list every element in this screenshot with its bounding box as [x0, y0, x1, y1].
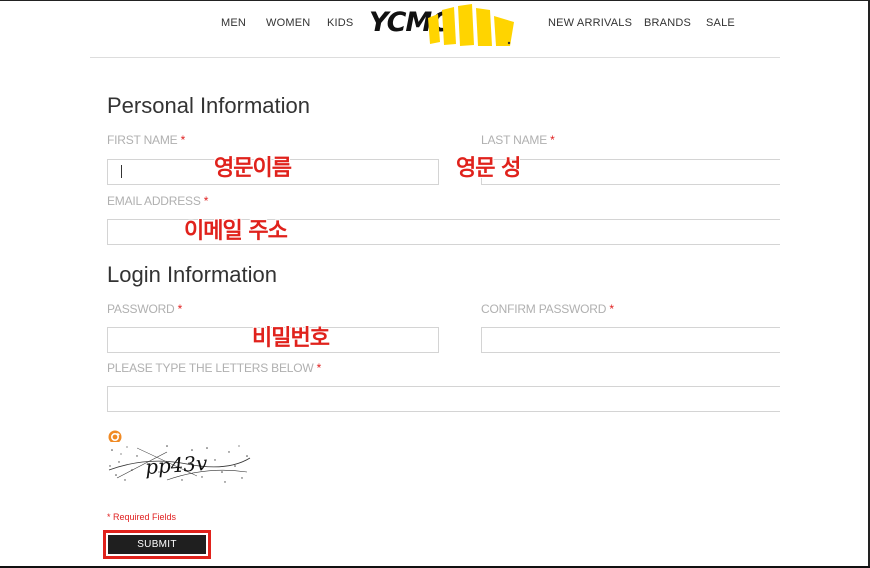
captcha-input[interactable]	[107, 386, 780, 412]
confirm-password-label: CONFIRM PASSWORD *	[481, 302, 614, 316]
nav-new-arrivals[interactable]: NEW ARRIVALS	[548, 17, 632, 29]
header-divider	[90, 57, 780, 58]
annotation-email: 이메일 주소	[184, 219, 288, 244]
annotation-password: 비밀번호	[252, 326, 330, 351]
nav-men[interactable]: MEN	[221, 17, 246, 29]
first-name-label: FIRST NAME *	[107, 133, 186, 147]
nav-sale[interactable]: SALE	[706, 17, 735, 29]
nav-brands[interactable]: BRANDS	[644, 17, 691, 29]
confirm-password-input[interactable]	[481, 327, 780, 353]
captcha-label: PLEASE TYPE THE LETTERS BELOW *	[107, 361, 322, 375]
password-label: PASSWORD *	[107, 302, 183, 316]
personal-info-title: Personal Information	[107, 93, 310, 118]
annotation-first-name: 영문이름	[214, 156, 292, 181]
last-name-input[interactable]	[481, 159, 780, 185]
nav-women[interactable]: WOMEN	[266, 17, 310, 29]
text-caret	[121, 165, 122, 178]
logo-mark-icon[interactable]	[424, 4, 516, 46]
required-fields-note: * Required Fields	[107, 512, 177, 522]
nav-kids[interactable]: KIDS	[327, 17, 353, 29]
frame-top-border	[0, 0, 870, 1]
last-name-label: LAST NAME *	[481, 133, 555, 147]
captcha-letters: pp43v	[144, 450, 209, 480]
email-label: EMAIL ADDRESS *	[107, 194, 209, 208]
annotation-last-name: 영문 성	[456, 156, 521, 181]
submit-button[interactable]: SUBMIT	[108, 535, 206, 554]
login-info-title: Login Information	[107, 262, 277, 287]
